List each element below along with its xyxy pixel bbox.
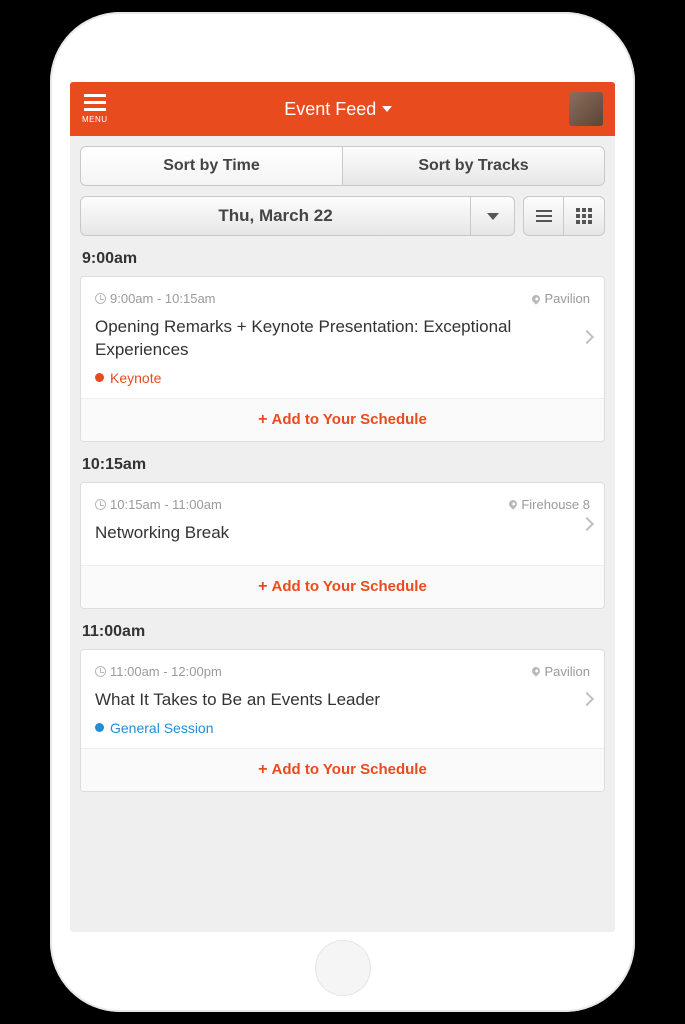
plus-icon: + (258, 578, 267, 596)
session-meta-row: 11:00am - 12:00pm Pavilion (95, 664, 590, 679)
pin-icon (531, 293, 542, 304)
home-button[interactable] (315, 940, 371, 996)
add-to-schedule-button[interactable]: + Add to Your Schedule (81, 398, 604, 441)
time-group-header: 9:00am (82, 250, 605, 268)
session-card: 9:00am - 10:15am Pavilion Opening Remarks … (80, 276, 605, 442)
track-label: Keynote (110, 370, 161, 386)
header-title-dropdown[interactable]: Event Feed (284, 99, 392, 120)
session-meta-row: 9:00am - 10:15am Pavilion (95, 291, 590, 306)
session-title: What It Takes to Be an Events Leader (95, 689, 590, 712)
grid-icon (576, 208, 592, 224)
clock-icon (95, 666, 106, 677)
phone-screen: MENU Event Feed Sort by Time Sort by Tra… (70, 82, 615, 932)
session-card: 11:00am - 12:00pm Pavilion What It Takes t… (80, 649, 605, 792)
date-label: Thu, March 22 (81, 197, 470, 235)
menu-button[interactable]: MENU (82, 94, 108, 124)
list-icon (536, 210, 552, 222)
menu-label: MENU (82, 115, 108, 124)
pin-icon (508, 499, 519, 510)
session-time: 11:00am - 12:00pm (95, 664, 222, 679)
session-time-text: 10:15am - 11:00am (110, 497, 222, 512)
header-title: Event Feed (284, 99, 376, 120)
avatar[interactable] (569, 92, 603, 126)
plus-icon: + (258, 411, 267, 429)
session-card-body[interactable]: 10:15am - 11:00am Firehouse 8 Networking B… (81, 483, 604, 565)
view-toggle (523, 196, 605, 236)
sort-by-tracks-tab[interactable]: Sort by Tracks (343, 147, 604, 185)
session-track: Keynote (95, 370, 590, 386)
add-to-schedule-button[interactable]: + Add to Your Schedule (81, 748, 604, 791)
session-location-text: Pavilion (544, 291, 590, 306)
phone-frame: MENU Event Feed Sort by Time Sort by Tra… (50, 12, 635, 1012)
track-dot-icon (95, 723, 104, 732)
time-group-header: 10:15am (82, 456, 605, 474)
list-view-button[interactable] (524, 197, 564, 235)
sort-segmented-control: Sort by Time Sort by Tracks (80, 146, 605, 186)
session-title: Opening Remarks + Keynote Presentation: … (95, 316, 590, 362)
track-label: General Session (110, 720, 214, 736)
session-location: Pavilion (532, 664, 590, 679)
track-dot-icon (95, 373, 104, 382)
date-dropdown-button[interactable] (470, 197, 514, 235)
session-title: Networking Break (95, 522, 590, 545)
session-location-text: Pavilion (544, 664, 590, 679)
plus-icon: + (258, 761, 267, 779)
session-meta-row: 10:15am - 11:00am Firehouse 8 (95, 497, 590, 512)
grid-view-button[interactable] (564, 197, 604, 235)
session-time-text: 9:00am - 10:15am (110, 291, 216, 306)
session-card-body[interactable]: 11:00am - 12:00pm Pavilion What It Takes t… (81, 650, 604, 748)
date-selector[interactable]: Thu, March 22 (80, 196, 515, 236)
add-to-schedule-label: Add to Your Schedule (272, 761, 427, 778)
content-area: Sort by Time Sort by Tracks Thu, March 2… (70, 136, 615, 932)
add-to-schedule-button[interactable]: + Add to Your Schedule (81, 565, 604, 608)
add-to-schedule-label: Add to Your Schedule (272, 411, 427, 428)
session-location: Pavilion (532, 291, 590, 306)
add-to-schedule-label: Add to Your Schedule (272, 578, 427, 595)
session-location: Firehouse 8 (509, 497, 590, 512)
app-header: MENU Event Feed (70, 82, 615, 136)
session-time: 9:00am - 10:15am (95, 291, 216, 306)
time-group-header: 11:00am (82, 623, 605, 641)
session-time: 10:15am - 11:00am (95, 497, 222, 512)
clock-icon (95, 499, 106, 510)
chevron-down-icon (487, 213, 499, 220)
session-card-body[interactable]: 9:00am - 10:15am Pavilion Opening Remarks … (81, 277, 604, 398)
session-track: General Session (95, 720, 590, 736)
session-location-text: Firehouse 8 (521, 497, 590, 512)
hamburger-icon (84, 94, 106, 111)
session-time-text: 11:00am - 12:00pm (110, 664, 222, 679)
clock-icon (95, 293, 106, 304)
pin-icon (531, 666, 542, 677)
sort-by-time-tab[interactable]: Sort by Time (81, 147, 343, 185)
date-toolbar: Thu, March 22 (80, 196, 605, 236)
session-card: 10:15am - 11:00am Firehouse 8 Networking B… (80, 482, 605, 609)
chevron-down-icon (382, 106, 392, 112)
